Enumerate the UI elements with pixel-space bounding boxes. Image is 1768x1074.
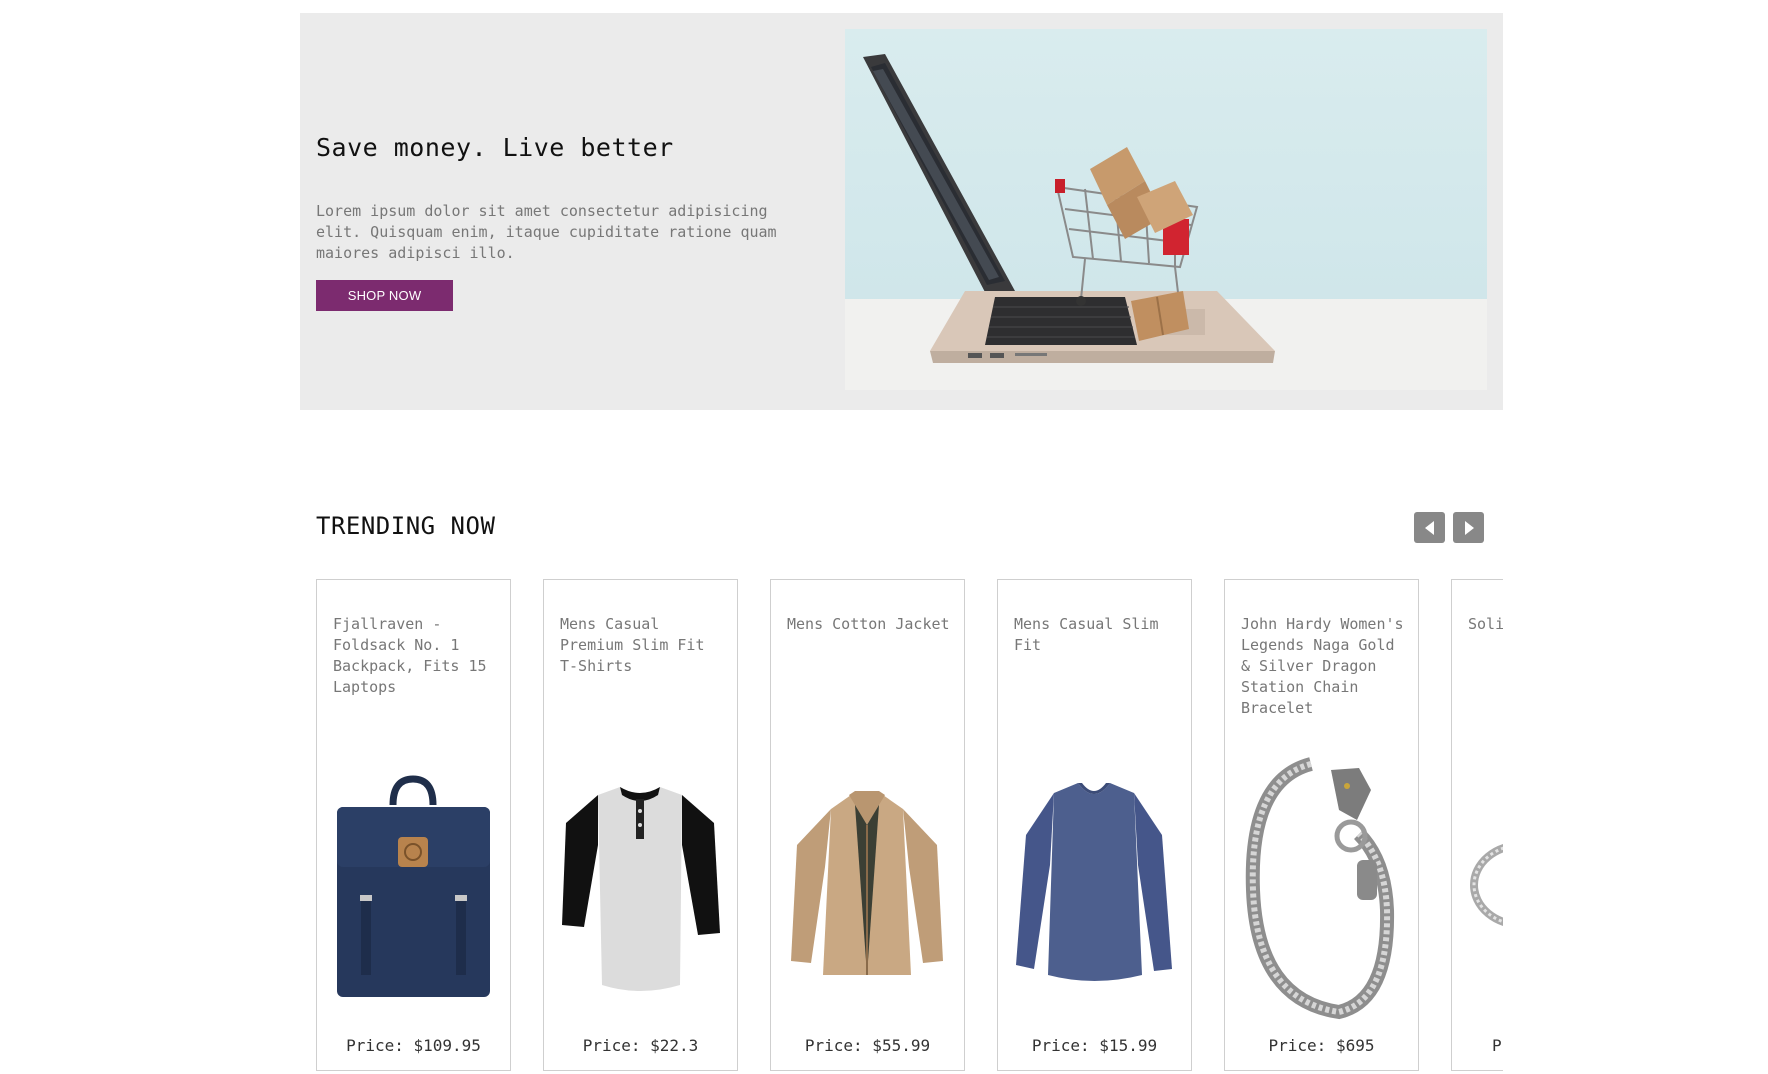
product-image bbox=[1462, 750, 1503, 1020]
shop-now-button[interactable]: SHOP NOW bbox=[316, 280, 453, 311]
longsleeve-image bbox=[1016, 783, 1172, 981]
jacket-image bbox=[791, 791, 943, 975]
carousel-next-button[interactable] bbox=[1453, 512, 1484, 543]
product-price: P bbox=[1492, 1036, 1502, 1055]
product-price: Price: $55.99 bbox=[804, 1036, 931, 1055]
ring-image bbox=[1470, 844, 1503, 926]
product-image bbox=[1008, 750, 1181, 1020]
product-title: Fjallraven - Foldsack No. 1 Backpack, Fi… bbox=[333, 615, 487, 696]
product-image bbox=[554, 750, 727, 1020]
hero-image bbox=[845, 29, 1487, 390]
product-image bbox=[781, 750, 954, 1020]
product-card[interactable]: John Hardy Women's Legends Naga Gold & S… bbox=[1224, 579, 1419, 1071]
product-card[interactable]: Mens Casual Premium Slim Fit T-Shirts Pr… bbox=[543, 579, 738, 1071]
chevron-right-icon bbox=[1464, 520, 1474, 535]
product-card[interactable]: Mens Casual Slim Fit Price: $15.99 bbox=[997, 579, 1192, 1071]
hero-title: Save money. Live better bbox=[316, 133, 674, 162]
product-image bbox=[1235, 750, 1408, 1020]
product-card[interactable]: Fjallraven - Foldsack No. 1 Backpack, Fi… bbox=[316, 579, 511, 1071]
chevron-left-icon bbox=[1424, 520, 1434, 535]
product-title: Mens Casual Premium Slim Fit T-Shirts bbox=[560, 615, 705, 675]
product-title: Soli Peti bbox=[1468, 615, 1503, 633]
backpack-image bbox=[337, 775, 490, 997]
product-title: John Hardy Women's Legends Naga Gold & S… bbox=[1241, 615, 1404, 717]
product-title: Mens Casual Slim Fit bbox=[1014, 615, 1159, 654]
trending-now-title: TRENDING NOW bbox=[316, 512, 496, 540]
product-card[interactable]: Mens Cotton Jacket Price: $55.99 bbox=[770, 579, 965, 1071]
product-card[interactable]: Soli Peti P bbox=[1451, 579, 1503, 1071]
bracelet-image bbox=[1245, 757, 1395, 1020]
product-price: Price: $15.99 bbox=[1031, 1036, 1158, 1055]
carousel-prev-button[interactable] bbox=[1414, 512, 1445, 543]
product-price: Price: $695 bbox=[1268, 1036, 1375, 1055]
tshirt-image bbox=[562, 787, 720, 991]
trending-carousel: Fjallraven - Foldsack No. 1 Backpack, Fi… bbox=[316, 579, 1503, 1074]
product-price: Price: $22.3 bbox=[582, 1036, 699, 1055]
hero-banner: Save money. Live better Lorem ipsum dolo… bbox=[300, 13, 1503, 410]
product-image bbox=[327, 750, 500, 1020]
laptop-shopping-cart-image bbox=[845, 54, 1487, 390]
product-title: Mens Cotton Jacket bbox=[787, 615, 950, 633]
hero-description: Lorem ipsum dolor sit amet consectetur a… bbox=[316, 202, 777, 262]
carousel-nav bbox=[1414, 512, 1484, 543]
product-price: Price: $109.95 bbox=[346, 1036, 481, 1055]
